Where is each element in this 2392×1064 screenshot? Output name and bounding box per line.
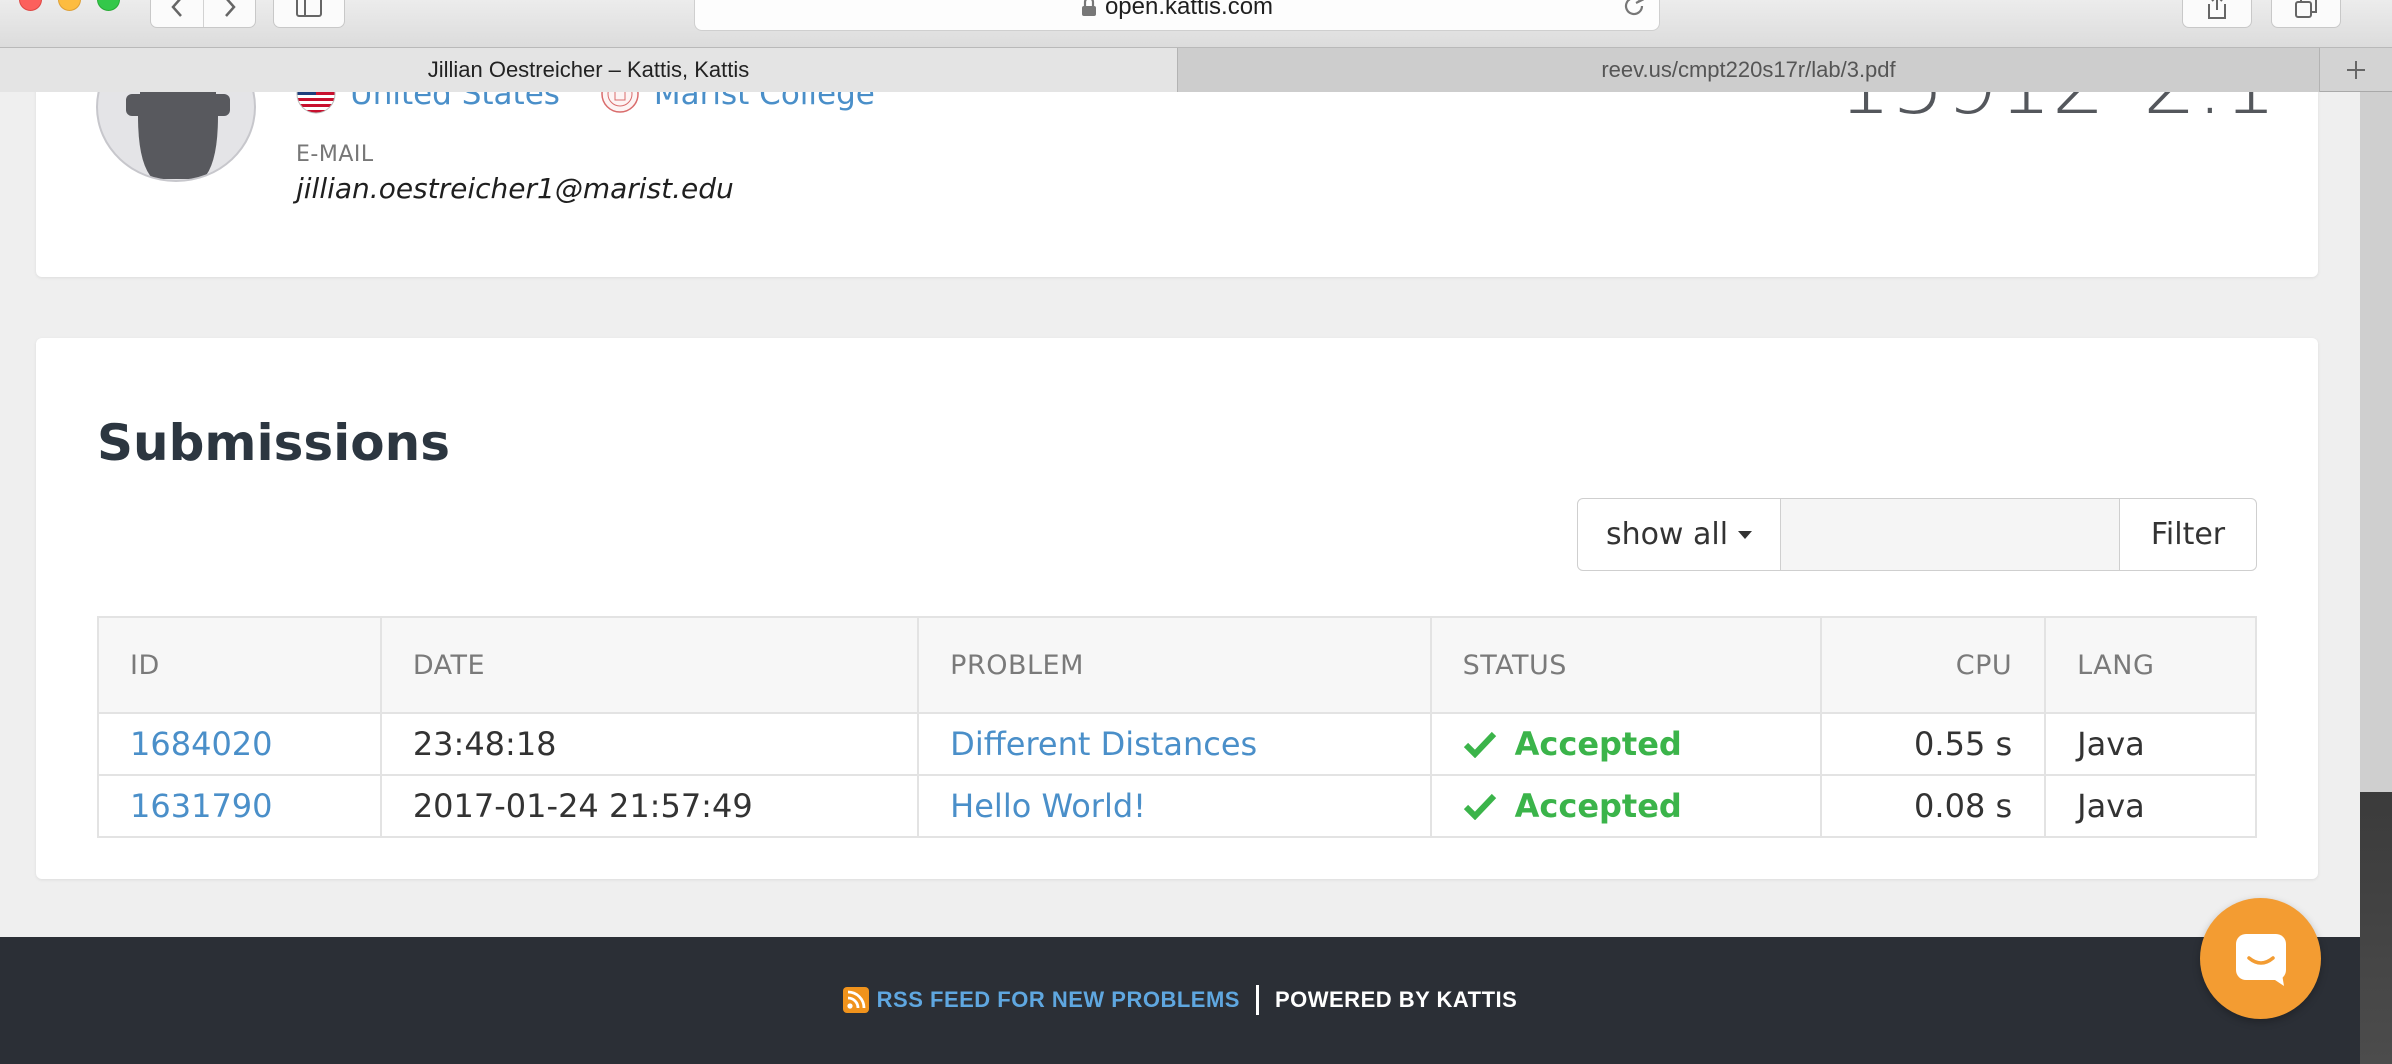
zoom-window-button[interactable]: [97, 0, 120, 11]
chat-icon: [2235, 933, 2286, 986]
marist-seal-icon: [601, 92, 639, 113]
page-footer: RSS FEED FOR NEW PROBLEMS POWERED BY KAT…: [0, 937, 2360, 1064]
submissions-title: Submissions: [97, 414, 451, 472]
browser-toolbar: open.kattis.com: [0, 0, 2392, 47]
back-icon: [171, 0, 182, 17]
show-tabs-button[interactable]: [2271, 0, 2341, 28]
default-avatar-icon: [126, 92, 230, 179]
score-value: 2.1: [2143, 92, 2277, 126]
status-text: Accepted: [1514, 725, 1682, 763]
language: Java: [2045, 713, 2257, 776]
rss-icon: [842, 987, 869, 1013]
tab-kattis-profile[interactable]: Jillian Oestreicher – Kattis, Kattis: [0, 48, 1177, 92]
table-row: 1684020 23:48:18 Different Distances Acc…: [98, 713, 2257, 776]
new-tab-icon: [2347, 61, 2365, 79]
forward-icon: [224, 0, 236, 17]
profile-card: United States Marist College E-MAIL jill…: [36, 92, 2318, 277]
submissions-table: ID DATE PROBLEM STATUS CPU LANG 1684020 …: [97, 616, 2257, 838]
status-text: Accepted: [1514, 787, 1682, 825]
share-button[interactable]: [2182, 0, 2252, 28]
tab-lab-pdf[interactable]: reev.us/cmpt220s17r/lab/3.pdf: [1177, 48, 2319, 92]
status-cell: Accepted: [1430, 775, 1823, 838]
filter-button[interactable]: Filter: [2120, 498, 2257, 571]
history-nav: [150, 0, 256, 28]
filter-input[interactable]: [1781, 498, 2120, 571]
cpu-time: 0.55 s: [1821, 713, 2047, 776]
url-text: open.kattis.com: [1104, 0, 1274, 20]
close-window-button[interactable]: [19, 0, 42, 11]
problem-cell: Hello World!: [918, 775, 1432, 838]
table-header-row: ID DATE PROBLEM STATUS CPU LANG: [98, 617, 2257, 714]
avatar: [96, 92, 256, 182]
desktop-edge: [2360, 92, 2392, 1064]
submission-id-cell: 1631790: [98, 775, 382, 838]
email-label: E-MAIL: [296, 142, 374, 167]
caret-down-icon: [1738, 530, 1753, 539]
column-header-date[interactable]: DATE: [380, 617, 920, 714]
checkmark-icon: [1463, 731, 1496, 758]
submission-date: 23:48:18: [380, 713, 920, 776]
submissions-card: Submissions show all Filter ID DATE PROB…: [36, 338, 2318, 879]
submission-id-link[interactable]: 1631790: [130, 787, 273, 825]
us-flag-icon: [296, 92, 336, 114]
affiliation-row: United States Marist College: [296, 92, 915, 114]
status-badge: Accepted: [1463, 725, 1821, 763]
language: Java: [2045, 775, 2257, 838]
status-filter-dropdown[interactable]: show all: [1577, 498, 1781, 571]
country-link[interactable]: United States: [350, 92, 560, 112]
problem-cell: Different Distances: [918, 713, 1432, 776]
submission-filter: show all Filter: [1577, 498, 2257, 571]
forward-button[interactable]: [203, 0, 255, 27]
rss-feed-label: RSS FEED FOR NEW PROBLEMS: [876, 987, 1240, 1012]
rank-value: 15912: [1838, 92, 2105, 126]
footer-divider: [1255, 985, 1259, 1015]
chat-launcher-button[interactable]: [2200, 898, 2321, 1019]
status-cell: Accepted: [1430, 713, 1823, 776]
tab-title: reev.us/cmpt220s17r/lab/3.pdf: [1601, 57, 1896, 82]
submission-date: 2017-01-24 21:57:49: [380, 775, 920, 838]
tab-bar: Jillian Oestreicher – Kattis, Kattis ree…: [0, 47, 2392, 92]
column-header-status[interactable]: STATUS: [1430, 617, 1823, 714]
column-header-problem[interactable]: PROBLEM: [918, 617, 1432, 714]
page-viewport: United States Marist College E-MAIL jill…: [0, 92, 2360, 937]
sidebar-button[interactable]: [273, 0, 345, 28]
problem-link[interactable]: Different Distances: [950, 725, 1257, 763]
powered-by-label: POWERED BY KATTIS: [1274, 987, 1518, 1012]
reload-icon[interactable]: [1621, 0, 1647, 19]
checkmark-icon: [1463, 793, 1496, 820]
rss-feed-link[interactable]: RSS FEED FOR NEW PROBLEMS: [842, 987, 1240, 1013]
column-header-id[interactable]: ID: [98, 617, 382, 714]
status-badge: Accepted: [1463, 787, 1821, 825]
problem-link[interactable]: Hello World!: [950, 787, 1146, 825]
cpu-time: 0.08 s: [1821, 775, 2047, 838]
submission-id-cell: 1684020: [98, 713, 382, 776]
tabs-icon: [2295, 0, 2317, 18]
submission-id-link[interactable]: 1684020: [130, 725, 273, 763]
share-icon: [2208, 0, 2226, 19]
back-button[interactable]: [151, 0, 203, 27]
sidebar-icon: [296, 0, 322, 17]
lock-icon: [1081, 0, 1096, 16]
dropdown-value: show all: [1605, 517, 1729, 552]
column-header-lang[interactable]: LANG: [2045, 617, 2257, 714]
column-header-cpu[interactable]: CPU: [1821, 617, 2047, 714]
address-bar[interactable]: open.kattis.com: [694, 0, 1660, 31]
tab-title: Jillian Oestreicher – Kattis, Kattis: [427, 57, 750, 82]
minimize-window-button[interactable]: [58, 0, 81, 11]
email-value: jillian.oestreicher1@marist.edu: [296, 172, 734, 205]
new-tab-button[interactable]: [2319, 48, 2392, 92]
university-link[interactable]: Marist College: [654, 92, 875, 112]
table-row: 1631790 2017-01-24 21:57:49 Hello World!…: [98, 775, 2257, 838]
